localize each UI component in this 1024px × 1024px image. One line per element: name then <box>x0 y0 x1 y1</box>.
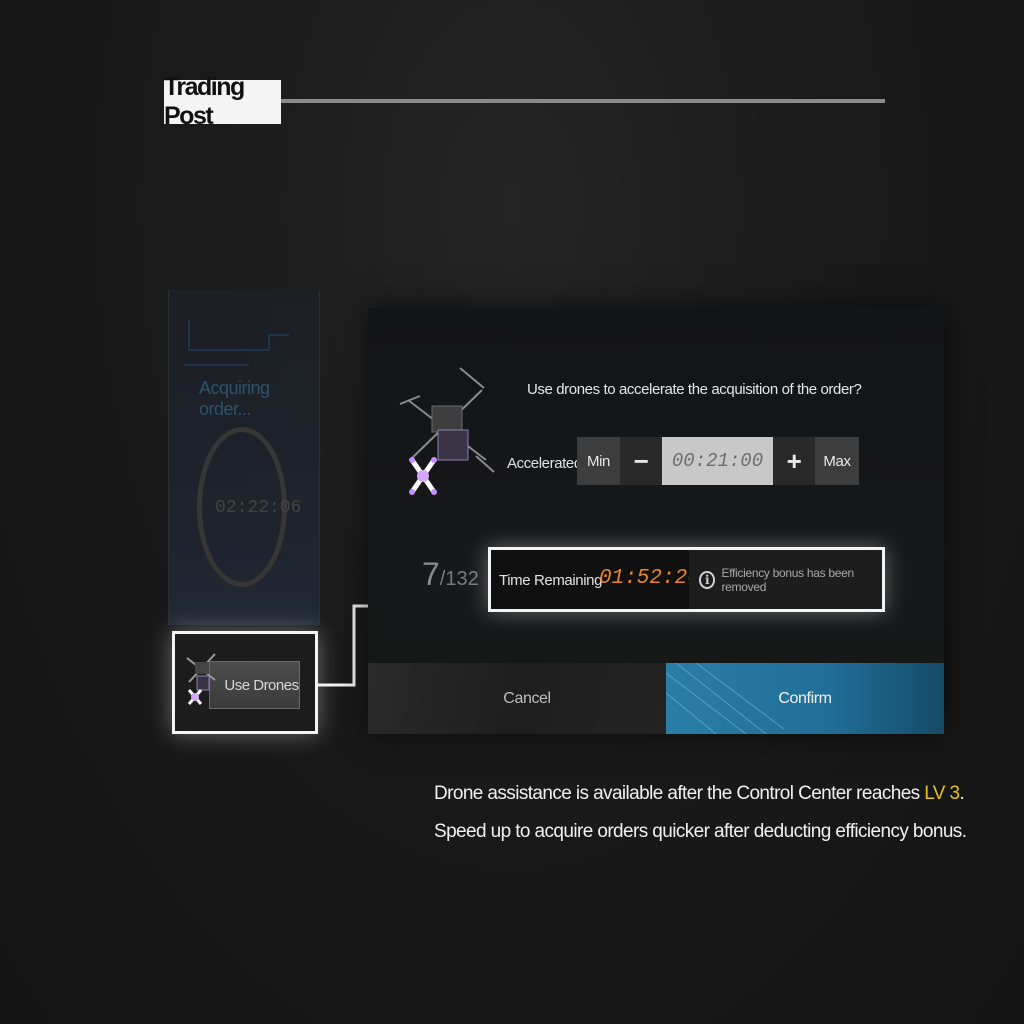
page-title: Trading Post <box>164 73 281 130</box>
description-line-1-suffix: . <box>959 783 965 804</box>
time-remaining-highlight: Time Remaining 01:52:26 i Efficiency bon… <box>488 547 885 612</box>
order-panel: Acquiring order... 02:22:06 <box>168 290 320 625</box>
minus-icon[interactable]: − <box>620 437 662 485</box>
level-requirement: LV 3 <box>924 783 960 804</box>
drone-count-current: 7 <box>422 556 440 592</box>
max-button[interactable]: Max <box>815 437 859 485</box>
efficiency-notice-text: Efficiency bonus has been removed <box>721 565 854 594</box>
order-timer: 02:22:06 <box>215 498 302 518</box>
title-divider <box>281 99 885 103</box>
cancel-button[interactable]: Cancel <box>368 663 666 734</box>
description-line-1: Drone assistance is available after the … <box>434 775 966 813</box>
min-button[interactable]: Min <box>577 437 620 485</box>
description-line-1-prefix: Drone assistance is available after the … <box>434 783 925 804</box>
acceleration-dialog: Use drones to accelerate the acquisition… <box>368 308 944 734</box>
description-line-2: Speed up to acquire orders quicker after… <box>434 821 967 842</box>
confirm-texture <box>666 663 785 734</box>
use-drones-highlight: Use Drones <box>172 631 318 734</box>
duration-value: 00:21:00 <box>662 437 773 485</box>
circuit-decoration <box>184 320 289 366</box>
dialog-question: Use drones to accelerate the acquisition… <box>527 381 862 398</box>
drone-icon <box>399 367 495 495</box>
accelerated-label: Accelerated <box>507 455 582 472</box>
acquiring-status: Acquiring order... <box>199 378 270 419</box>
plus-icon[interactable]: + <box>773 437 815 485</box>
confirm-label: Confirm <box>778 689 832 707</box>
time-remaining-value: 01:52:26 <box>599 567 700 590</box>
confirm-button[interactable]: Confirm <box>666 663 944 734</box>
efficiency-notice: i Efficiency bonus has been removed <box>689 550 882 609</box>
tutorial-description: Drone assistance is available after the … <box>434 775 967 851</box>
tutorial-screen: Trading Post Acquiring order... 02:22:06… <box>0 0 1024 1024</box>
drone-counter: 7/132 <box>422 556 479 593</box>
duration-stepper: Min − 00:21:00 + Max <box>577 437 859 485</box>
drone-icon <box>186 653 216 705</box>
drone-count-total: /132 <box>439 568 479 590</box>
time-remaining-label: Time Remaining <box>499 572 603 589</box>
info-icon: i <box>699 570 716 589</box>
